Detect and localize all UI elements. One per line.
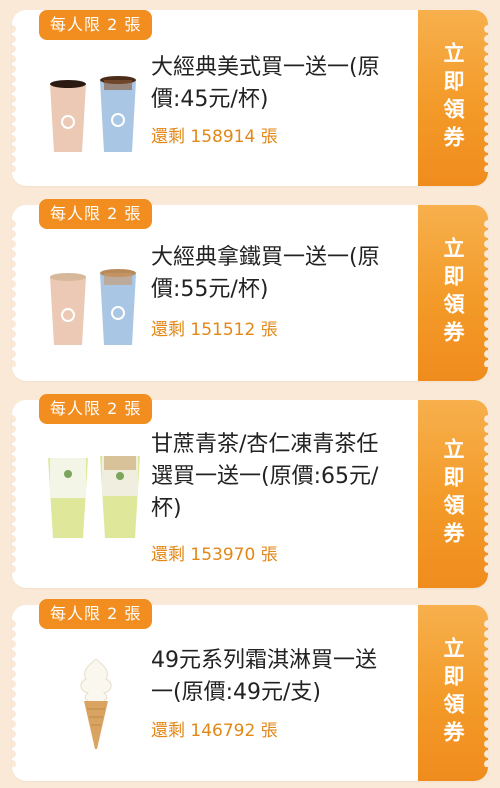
latte-cups-image [42,253,150,349]
remaining-count: 還剩 151512 張 [151,320,278,340]
scallop-edge [480,24,488,172]
coupon-title: 大經典拿鐵買一送一(原價:55元/杯) [151,245,380,302]
coupon-title: 49元系列霜淇淋買一送一(原價:49元/支) [151,648,377,705]
scallop-edge [480,414,488,574]
claim-label: 立即領券 [441,237,465,349]
limit-badge: 每人限 2 張 [39,599,153,629]
scallop-edge [12,219,20,367]
scallop-edge [480,219,488,367]
coupon-card: 每人限 2 張 大經典美式買一送一(原價:45元/杯) 還剩 158914 張 … [12,10,488,186]
scallop-edge [12,414,20,574]
remaining-count: 還剩 146792 張 [151,721,278,741]
remaining-count: 還剩 153970 張 [151,545,278,565]
coupon-card: 每人限 2 張 大經典拿鐵買一送一(原價:55元/杯) 還剩 151512 張 … [12,199,488,381]
claim-coupon-button[interactable]: 立即領券 [418,205,488,381]
scallop-edge [12,24,20,172]
claim-label: 立即領券 [441,637,465,749]
green-tea-cups-image [42,444,150,540]
coupon-title: 大經典美式買一送一(原價:45元/杯) [151,55,380,112]
coupon-list: 每人限 2 張 大經典美式買一送一(原價:45元/杯) 還剩 158914 張 … [0,0,500,788]
coupon-title: 甘蔗青茶/杏仁凍青茶任選買一送一(原價:65元/杯) [151,432,379,521]
scallop-edge [480,619,488,767]
limit-badge: 每人限 2 張 [39,199,153,229]
claim-coupon-button[interactable]: 立即領券 [418,400,488,588]
scallop-edge [12,619,20,767]
claim-coupon-button[interactable]: 立即領券 [418,605,488,781]
coupon-card: 每人限 2 張 49元系列霜淇淋買一送一(原價:49元/支) 還剩 146792… [12,599,488,781]
ice-cream-cone-image [42,655,150,751]
claim-label: 立即領券 [441,42,465,154]
limit-badge: 每人限 2 張 [39,394,153,424]
limit-badge: 每人限 2 張 [39,10,153,40]
claim-coupon-button[interactable]: 立即領券 [418,10,488,186]
remaining-count: 還剩 158914 張 [151,127,278,147]
claim-label: 立即領券 [441,438,465,550]
coupon-card: 每人限 2 張 甘蔗青茶/杏仁凍青茶任選買一送一(原價:65元/杯) 還剩 15… [12,394,488,588]
americano-cups-image [42,60,150,156]
